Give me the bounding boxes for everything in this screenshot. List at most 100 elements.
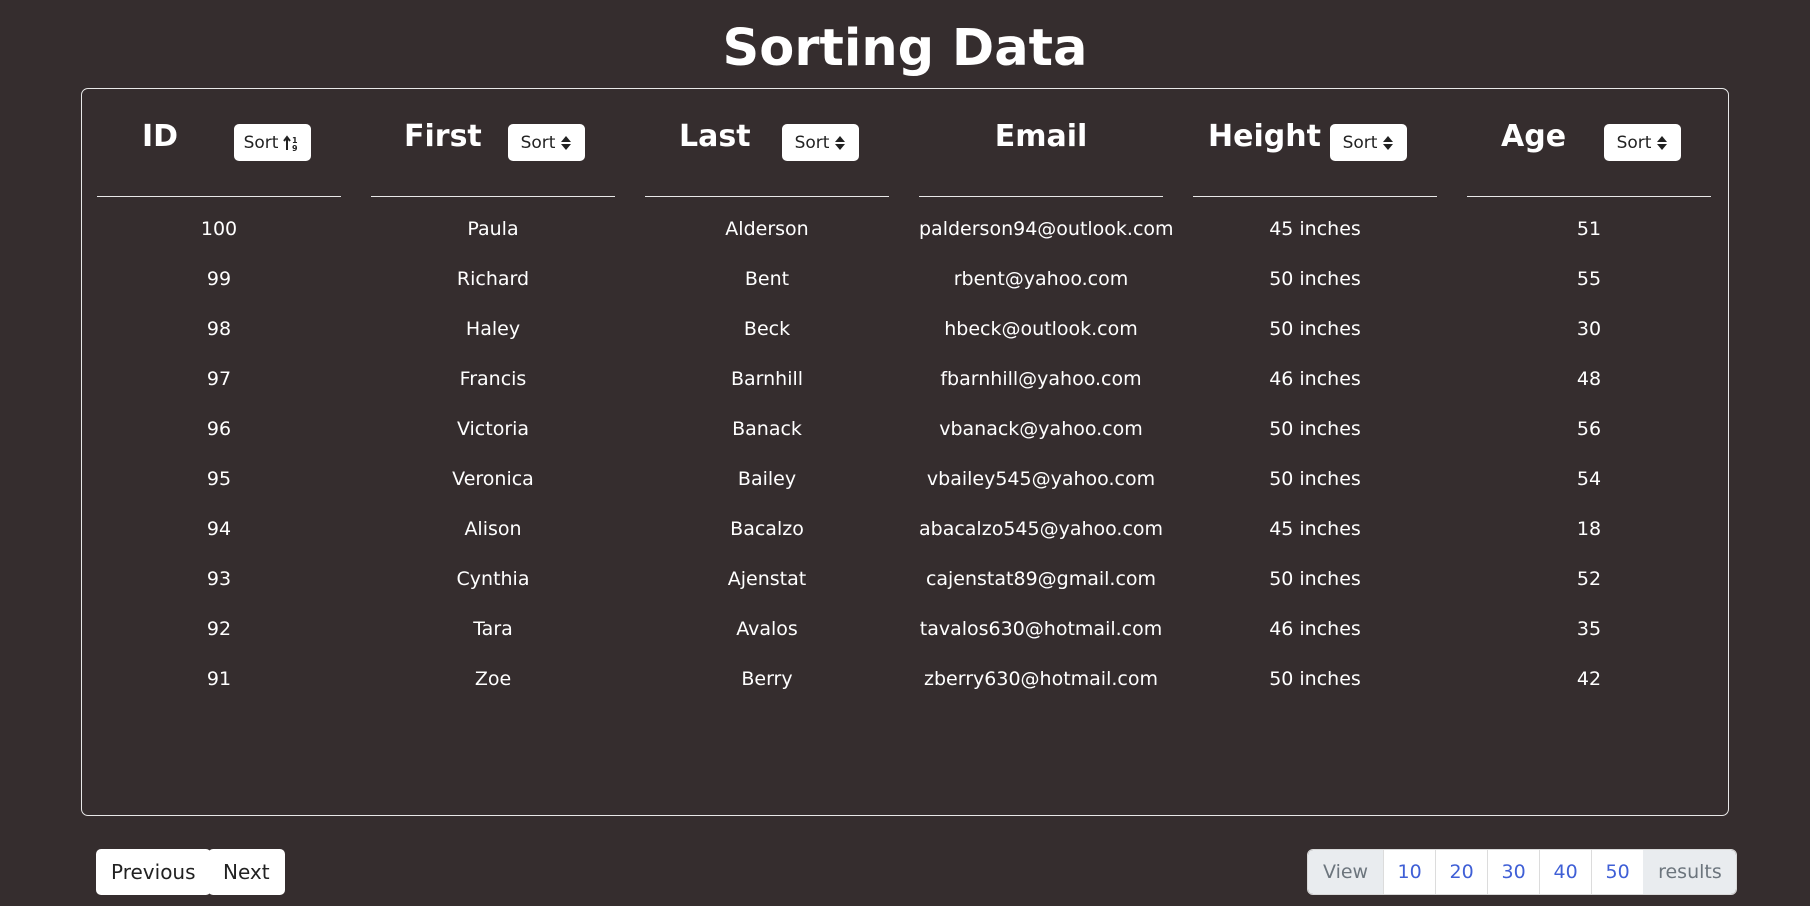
sort-button-label: Sort <box>794 132 830 153</box>
column-title-id: ID <box>142 119 179 154</box>
cell-email: abacalzo545@yahoo.com <box>919 518 1164 540</box>
cell-height: 50 inches <box>1269 268 1361 290</box>
cell-last: Ajenstat <box>727 568 807 590</box>
column-id: ID Sort 1 9 100 99 98 97 96 95 94 93 92 … <box>97 89 341 704</box>
cell-last: Berry <box>741 668 793 690</box>
cell-id: 93 <box>206 568 232 590</box>
page-size-option-50[interactable]: 50 <box>1591 850 1644 894</box>
column-cells-first: Paula Richard Haley Francis Victoria Ver… <box>371 197 615 704</box>
sort-id-button[interactable]: Sort 1 9 <box>234 124 311 161</box>
column-header-age: Age Sort <box>1467 89 1711 197</box>
cell-last: Beck <box>743 318 791 340</box>
data-table: ID Sort 1 9 100 99 98 97 96 95 94 93 92 … <box>81 88 1729 816</box>
cell-first: Richard <box>456 268 530 290</box>
column-height: Height Sort 45 inches 50 inches 50 inche… <box>1193 89 1437 704</box>
cell-age: 51 <box>1576 218 1602 240</box>
column-cells-last: Alderson Bent Beck Barnhill Banack Baile… <box>645 197 889 704</box>
cell-height: 50 inches <box>1269 468 1361 490</box>
sort-icon <box>835 135 846 150</box>
cell-email: hbeck@outlook.com <box>944 318 1138 340</box>
sort-icon <box>1383 135 1394 150</box>
page-size-selector: View 10 20 30 40 50 results <box>1307 849 1737 895</box>
cell-last: Bent <box>744 268 790 290</box>
sort-button-label: Sort <box>520 132 556 153</box>
sort-button-label: Sort <box>243 132 279 153</box>
sort-height-button[interactable]: Sort <box>1330 124 1407 161</box>
cell-height: 50 inches <box>1269 418 1361 440</box>
cell-id: 97 <box>206 368 232 390</box>
cell-age: 42 <box>1576 668 1602 690</box>
cell-first: Veronica <box>452 468 534 490</box>
column-first: First Sort Paula Richard Haley Francis V… <box>371 89 615 704</box>
sort-button-label: Sort <box>1616 132 1652 153</box>
page-size-option-20[interactable]: 20 <box>1435 850 1488 894</box>
column-cells-age: 51 55 30 48 56 54 18 52 35 42 <box>1467 197 1711 704</box>
cell-first: Paula <box>467 218 519 240</box>
cell-email: vbanack@yahoo.com <box>939 418 1143 440</box>
cell-age: 48 <box>1576 368 1602 390</box>
cell-id: 100 <box>200 218 238 240</box>
cell-email: tavalos630@hotmail.com <box>919 618 1163 640</box>
cell-first: Alison <box>464 518 522 540</box>
sort-icon <box>561 135 572 150</box>
column-age: Age Sort 51 55 30 48 56 54 18 52 35 42 <box>1467 89 1711 704</box>
cell-id: 98 <box>206 318 232 340</box>
column-header-last: Last Sort <box>645 89 889 197</box>
column-title-height: Height <box>1208 119 1321 154</box>
cell-email: cajenstat89@gmail.com <box>925 568 1157 590</box>
column-email: Email palderson94@outlook.com rbent@yaho… <box>919 89 1174 704</box>
column-header-id: ID Sort 1 9 <box>97 89 341 197</box>
cell-last: Avalos <box>736 618 798 640</box>
cell-age: 52 <box>1576 568 1602 590</box>
cell-age: 30 <box>1576 318 1602 340</box>
sort-numeric-asc-icon: 1 9 <box>283 134 298 151</box>
page-title: Sorting Data <box>722 19 1088 78</box>
cell-first: Cynthia <box>456 568 530 590</box>
cell-height: 45 inches <box>1269 518 1361 540</box>
cell-age: 54 <box>1576 468 1602 490</box>
sort-button-label: Sort <box>1342 132 1378 153</box>
column-cells-id: 100 99 98 97 96 95 94 93 92 91 <box>97 197 341 704</box>
column-title-age: Age <box>1501 119 1567 154</box>
cell-last: Barnhill <box>730 368 804 390</box>
cell-first: Victoria <box>456 418 530 440</box>
cell-last: Bailey <box>737 468 797 490</box>
page-size-option-10[interactable]: 10 <box>1383 850 1436 894</box>
cell-age: 56 <box>1576 418 1602 440</box>
next-button[interactable]: Next <box>208 849 285 895</box>
previous-button[interactable]: Previous <box>96 849 211 895</box>
column-cells-email: palderson94@outlook.com rbent@yahoo.com … <box>919 197 1174 704</box>
sort-age-button[interactable]: Sort <box>1604 124 1681 161</box>
cell-first: Francis <box>459 368 527 390</box>
column-cells-height: 45 inches 50 inches 50 inches 46 inches … <box>1193 197 1437 704</box>
column-header-email: Email <box>919 89 1163 197</box>
cell-email: palderson94@outlook.com <box>919 218 1174 240</box>
cell-id: 99 <box>206 268 232 290</box>
cell-id: 95 <box>206 468 232 490</box>
column-header-height: Height Sort <box>1193 89 1437 197</box>
sort-last-button[interactable]: Sort <box>782 124 859 161</box>
column-title-email: Email <box>994 119 1088 154</box>
cell-id: 96 <box>206 418 232 440</box>
cell-id: 91 <box>206 668 232 690</box>
cell-id: 94 <box>206 518 232 540</box>
cell-age: 55 <box>1576 268 1602 290</box>
cell-email: zberry630@hotmail.com <box>924 668 1158 690</box>
column-last: Last Sort Alderson Bent Beck Barnhill Ba… <box>645 89 889 704</box>
page-size-option-40[interactable]: 40 <box>1539 850 1592 894</box>
cell-height: 50 inches <box>1269 568 1361 590</box>
column-title-first: First <box>404 119 482 154</box>
cell-height: 46 inches <box>1269 618 1361 640</box>
cell-height: 50 inches <box>1269 318 1361 340</box>
cell-age: 18 <box>1576 518 1602 540</box>
cell-last: Bacalzo <box>730 518 804 540</box>
cell-first: Tara <box>473 618 513 640</box>
cell-last: Banack <box>732 418 802 440</box>
cell-email: fbarnhill@yahoo.com <box>940 368 1142 390</box>
cell-first: Zoe <box>474 668 512 690</box>
column-header-first: First Sort <box>371 89 615 197</box>
cell-email: vbailey545@yahoo.com <box>926 468 1156 490</box>
sort-first-button[interactable]: Sort <box>508 124 585 161</box>
page-size-option-30[interactable]: 30 <box>1487 850 1540 894</box>
cell-email: rbent@yahoo.com <box>953 268 1129 290</box>
